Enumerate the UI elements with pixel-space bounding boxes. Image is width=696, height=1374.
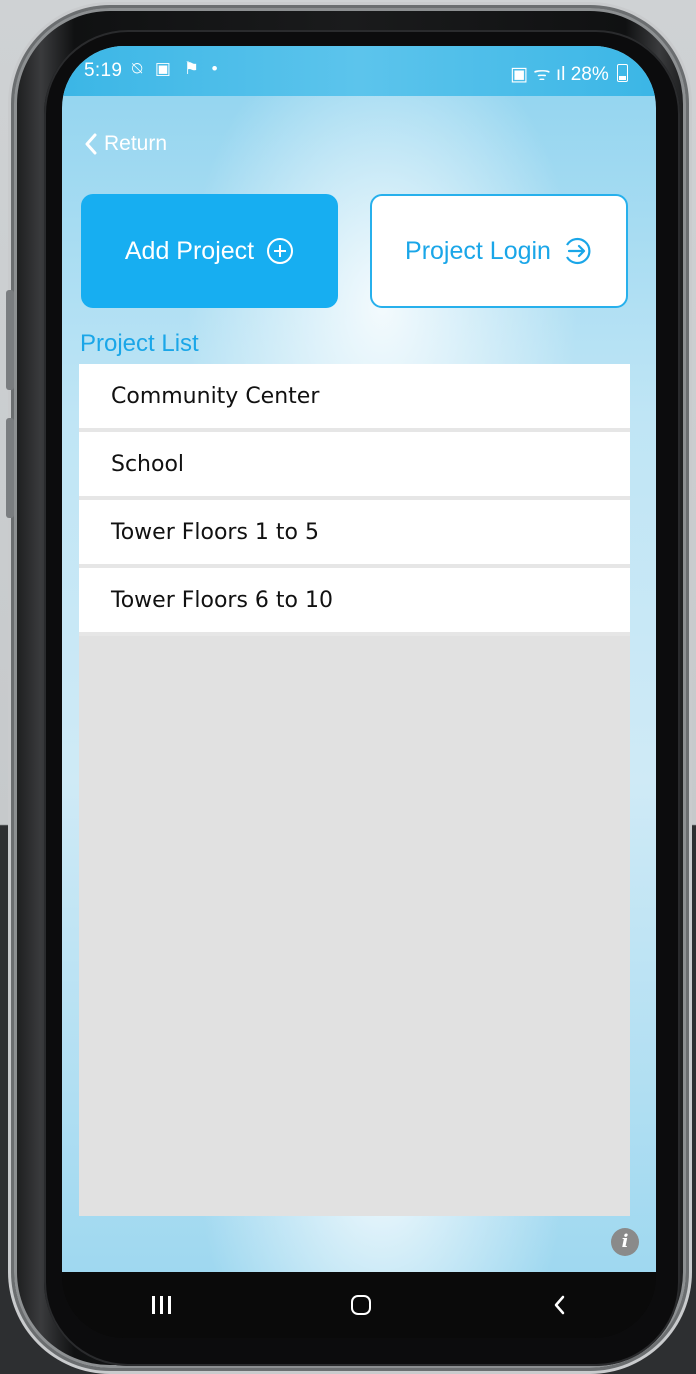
project-list-item[interactable]: Tower Floors 6 to 10 [79,568,630,636]
volume-down-button [6,418,14,518]
status-bar: 5:19 ⍉ ▣ ⚑ • ▣ ᯤ ıl 28% [62,46,656,96]
project-list-item[interactable]: Tower Floors 1 to 5 [79,500,630,568]
back-chevron-icon [85,133,97,155]
return-link[interactable]: Return [84,132,167,156]
phone-screen: 5:19 ⍉ ▣ ⚑ • ▣ ᯤ ıl 28% Return Add Proje… [62,46,656,1338]
project-list: Community Center School Tower Floors 1 t… [79,364,630,1216]
volume-up-button [6,290,14,390]
battery-icon [617,64,628,82]
battery-percent: 28% [570,64,609,85]
recent-apps-icon[interactable] [152,1296,172,1314]
system-navigation-bar [62,1272,656,1338]
home-icon[interactable] [351,1295,372,1315]
project-login-button[interactable]: Project Login [370,194,628,308]
back-icon[interactable] [552,1294,566,1316]
return-label: Return [104,132,168,155]
app-view: 5:19 ⍉ ▣ ⚑ • ▣ ᯤ ıl 28% Return Add Proje… [62,46,656,1272]
project-list-item[interactable]: School [79,432,630,500]
plus-circle-icon [267,238,294,264]
status-right: ▣ ᯤ ıl 28% [510,60,628,86]
system-status-icons: ▣ ᯤ ıl [510,64,566,85]
add-project-label: Add Project [124,236,255,265]
project-login-label: Project Login [405,236,551,265]
arrow-circle-right-icon [566,237,591,265]
status-time: 5:19 [84,60,123,81]
add-project-button[interactable]: Add Project [81,194,338,308]
notification-icons: ⍉ ▣ ⚑ • [132,59,222,78]
project-list-item[interactable]: Community Center [79,364,630,432]
project-list-title: Project List [80,330,199,357]
info-icon[interactable]: i [611,1228,639,1256]
